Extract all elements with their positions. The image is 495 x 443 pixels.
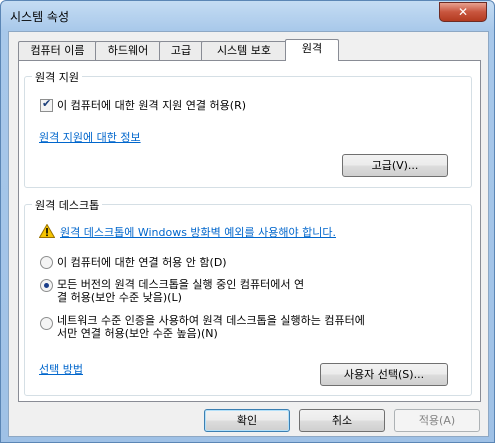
title-bar[interactable]: 시스템 속성 ✕ <box>1 1 494 31</box>
dialog-body: 컴퓨터 이름 하드웨어 고급 시스템 보호 원격 원격 지원 ✔ 이 컴퓨터에 … <box>8 31 489 437</box>
allow-nla-label-line2[interactable]: 서만 연결 허용(보안 수준 높음)(N) <box>57 325 218 341</box>
remote-assistance-group: 원격 지원 ✔ 이 컴퓨터에 대한 원격 지원 연결 허용(R) 원격 지원에 … <box>24 69 472 188</box>
tab-label: 컴퓨터 이름 <box>30 44 85 57</box>
warning-icon <box>39 224 55 238</box>
radio-allow-nla-only[interactable] <box>40 317 53 330</box>
tab-panel-remote: 원격 지원 ✔ 이 컴퓨터에 대한 원격 지원 연결 허용(R) 원격 지원에 … <box>18 60 481 402</box>
firewall-exception-link[interactable]: 원격 데스크톱에 Windows 방화벽 예외를 사용해야 합니다. <box>60 224 336 240</box>
tab-system-protection[interactable]: 시스템 보호 <box>201 41 287 60</box>
tab-label: 원격 <box>301 42 323 55</box>
help-me-choose-link[interactable]: 선택 방법 <box>39 361 83 377</box>
apply-button[interactable]: 적용(A) <box>394 409 480 432</box>
tab-hardware[interactable]: 하드웨어 <box>95 41 161 60</box>
select-users-button[interactable]: 사용자 선택(S)... <box>320 363 448 386</box>
tab-remote[interactable]: 원격 <box>285 39 339 61</box>
ok-button[interactable]: 확인 <box>204 409 290 432</box>
tab-label: 하드웨어 <box>107 44 149 57</box>
allow-any-version-label-line2[interactable]: 결 허용(보안 수준 낮음)(L) <box>57 289 182 305</box>
remote-assistance-info-link[interactable]: 원격 지원에 대한 정보 <box>39 129 141 145</box>
group-title: 원격 지원 <box>32 69 82 85</box>
dialog-window: 시스템 속성 ✕ 컴퓨터 이름 하드웨어 고급 시스템 보호 원격 원격 지원 … <box>0 0 495 443</box>
allow-remote-assistance-label[interactable]: 이 컴퓨터에 대한 원격 지원 연결 허용(R) <box>57 97 246 113</box>
deny-connections-label[interactable]: 이 컴퓨터에 대한 연결 허용 안 함(D) <box>57 254 227 270</box>
tab-computer-name[interactable]: 컴퓨터 이름 <box>18 41 97 60</box>
radio-allow-any-version[interactable] <box>40 279 53 292</box>
tab-advanced[interactable]: 고급 <box>159 41 203 60</box>
remote-desktop-group: 원격 데스크톱 원격 데스크톱에 Windows 방화벽 예외를 사용해야 합니… <box>24 197 472 396</box>
allow-remote-assistance-checkbox[interactable]: ✔ <box>40 97 53 112</box>
tab-label: 고급 <box>170 44 192 57</box>
cancel-button[interactable]: 취소 <box>299 409 385 432</box>
group-title: 원격 데스크톱 <box>32 197 103 213</box>
close-icon: ✕ <box>457 5 469 19</box>
radio-deny-connections[interactable] <box>40 256 53 269</box>
advanced-button[interactable]: 고급(V)... <box>342 154 448 177</box>
close-button[interactable]: ✕ <box>439 2 487 22</box>
radio-selected-dot <box>44 283 49 288</box>
window-title: 시스템 속성 <box>10 10 70 24</box>
tab-label: 시스템 보호 <box>216 44 272 57</box>
checkmark-icon: ✔ <box>42 97 52 110</box>
